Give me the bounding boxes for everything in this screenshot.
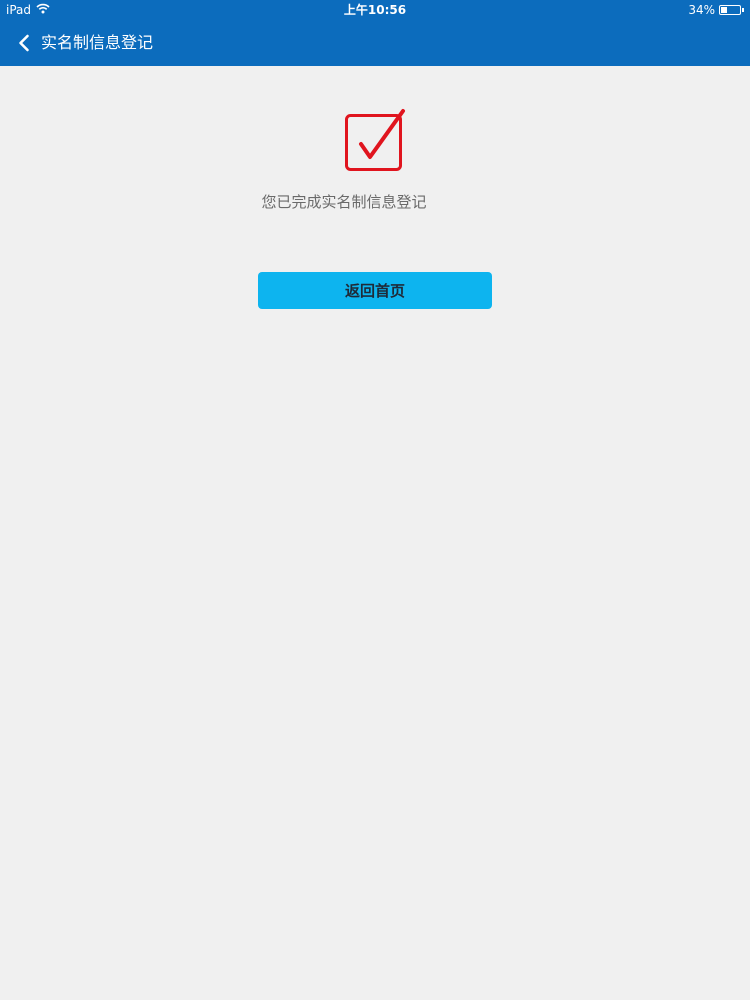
chevron-left-icon [19, 34, 29, 52]
back-button[interactable] [12, 29, 36, 57]
nav-bar: 实名制信息登记 [0, 20, 750, 66]
status-right: 34% [688, 0, 744, 20]
status-time: 上午10:56 [343, 3, 407, 17]
return-home-button[interactable]: 返回首页 [258, 272, 492, 309]
top-bar: iPad 上午10:56 34% 实名制信息登记 [0, 0, 750, 66]
battery-level [721, 7, 727, 13]
success-message: 您已完成实名制信息登记 [261, 193, 427, 211]
page-title: 实名制信息登记 [41, 33, 154, 52]
checkbox-checked-icon [343, 108, 407, 174]
battery-percent: 34% [688, 3, 715, 17]
battery-icon [719, 5, 741, 15]
status-bar: iPad 上午10:56 34% [0, 0, 750, 20]
battery-tip [742, 8, 744, 12]
